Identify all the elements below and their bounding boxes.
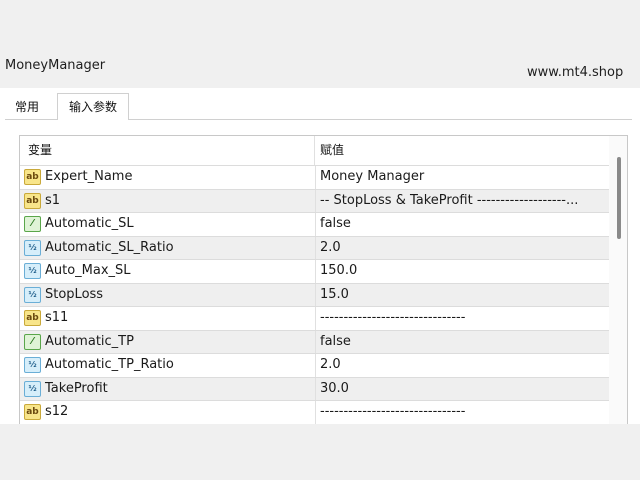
- number-icon: ½: [24, 380, 41, 397]
- parameter-value[interactable]: false: [320, 213, 604, 235]
- table-row[interactable]: ab s1 -- StopLoss & TakeProfit -----------…: [20, 188, 609, 212]
- boolean-icon: ⁄: [24, 333, 41, 350]
- tab-common[interactable]: 常用: [5, 96, 49, 120]
- text-icon: ab: [24, 169, 41, 185]
- parameter-value[interactable]: 2.0: [320, 237, 604, 259]
- parameter-name: Automatic_TP_Ratio: [45, 357, 174, 372]
- tab-input-parameters[interactable]: 输入参数: [57, 93, 129, 120]
- parameter-name: Auto_Max_SL: [45, 263, 131, 278]
- text-icon: ab: [24, 404, 41, 420]
- table-row[interactable]: ⁄ Automatic_SL false: [20, 212, 609, 236]
- column-divider: [315, 283, 316, 306]
- text-icon: ab: [24, 310, 41, 326]
- parameter-value[interactable]: -------------------------------: [320, 307, 604, 329]
- parameter-name: s11: [45, 310, 69, 325]
- parameter-name: Automatic_SL: [45, 216, 134, 231]
- parameter-value[interactable]: 150.0: [320, 260, 604, 282]
- table-row[interactable]: ½ TakeProfit 30.0: [20, 376, 609, 400]
- parameter-value[interactable]: -------------------------------: [320, 401, 604, 423]
- column-divider: [315, 401, 316, 424]
- parameter-name: s12: [45, 404, 69, 419]
- site-watermark: www.mt4.shop: [527, 65, 624, 80]
- vertical-scrollbar[interactable]: [609, 136, 627, 424]
- column-divider: [315, 189, 316, 212]
- column-divider: [315, 330, 316, 353]
- parameter-name: TakeProfit: [45, 380, 108, 396]
- scrollbar-thumb[interactable]: [617, 157, 621, 239]
- column-divider: [315, 260, 316, 283]
- header-variable[interactable]: 变量: [20, 136, 315, 165]
- column-divider: [315, 213, 316, 236]
- parameter-name: Automatic_TP: [45, 333, 134, 349]
- column-divider: [315, 236, 316, 259]
- column-divider: [315, 377, 316, 400]
- table-row[interactable]: ab Expert_Name Money Manager: [20, 165, 609, 189]
- parameter-value[interactable]: false: [320, 331, 604, 353]
- bottom-area: [0, 424, 640, 480]
- parameters-grid: 变量 赋值 ab Expert_Name Money Manager ab s1 -- S…: [19, 135, 628, 424]
- table-row[interactable]: ⁄ Automatic_TP false: [20, 329, 609, 353]
- parameter-value[interactable]: -- StopLoss & TakeProfit ---------------…: [320, 190, 604, 212]
- parameter-value[interactable]: 2.0: [320, 354, 604, 376]
- window-title: MoneyManager: [5, 58, 106, 73]
- table-row[interactable]: ab s12 -------------------------------: [20, 400, 609, 424]
- number-icon: ½: [24, 357, 41, 373]
- parameter-value[interactable]: 15.0: [320, 284, 604, 306]
- parameter-value[interactable]: Money Manager: [320, 166, 604, 188]
- number-icon: ½: [24, 286, 41, 303]
- parameter-name: s1: [45, 192, 61, 208]
- boolean-icon: ⁄: [24, 216, 41, 232]
- parameter-name: Expert_Name: [45, 169, 133, 184]
- column-divider: [315, 307, 316, 330]
- table-row[interactable]: ½ StopLoss 15.0: [20, 282, 609, 306]
- column-divider: [315, 166, 316, 189]
- number-icon: ½: [24, 263, 41, 279]
- parameter-name: StopLoss: [45, 286, 104, 302]
- table-row[interactable]: ½ Automatic_SL_Ratio 2.0: [20, 235, 609, 259]
- header-value[interactable]: 赋值: [315, 136, 609, 165]
- parameter-name: Automatic_SL_Ratio: [45, 239, 174, 255]
- table-row[interactable]: ab s11 -------------------------------: [20, 306, 609, 330]
- column-divider: [315, 354, 316, 377]
- text-icon: ab: [24, 192, 41, 209]
- table-row[interactable]: ½ Auto_Max_SL 150.0: [20, 259, 609, 283]
- grid-header: 变量 赋值: [20, 136, 609, 165]
- table-row[interactable]: ½ Automatic_TP_Ratio 2.0: [20, 353, 609, 377]
- parameter-value[interactable]: 30.0: [320, 378, 604, 400]
- number-icon: ½: [24, 239, 41, 256]
